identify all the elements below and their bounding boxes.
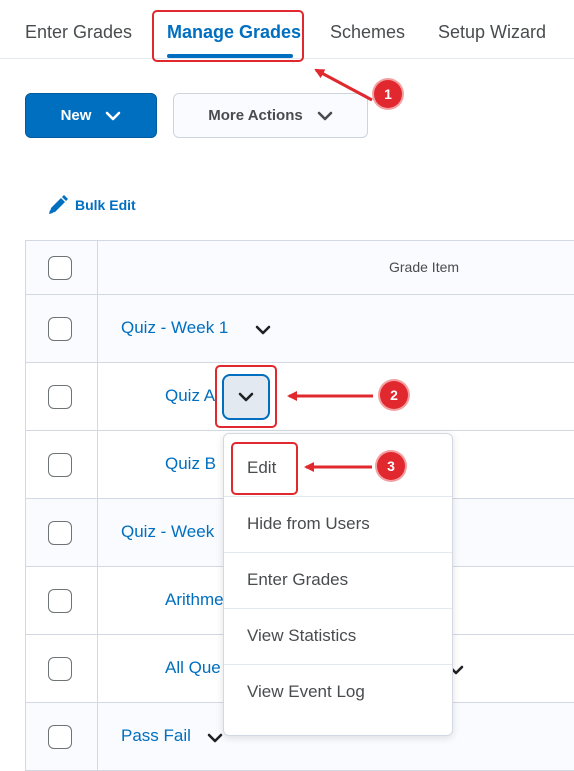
arrow-icon bbox=[314, 68, 373, 102]
step-badge: 1 bbox=[374, 80, 402, 108]
annotation-arrows bbox=[287, 68, 373, 472]
step-badge: 2 bbox=[380, 381, 408, 409]
step-badge: 3 bbox=[377, 452, 405, 480]
